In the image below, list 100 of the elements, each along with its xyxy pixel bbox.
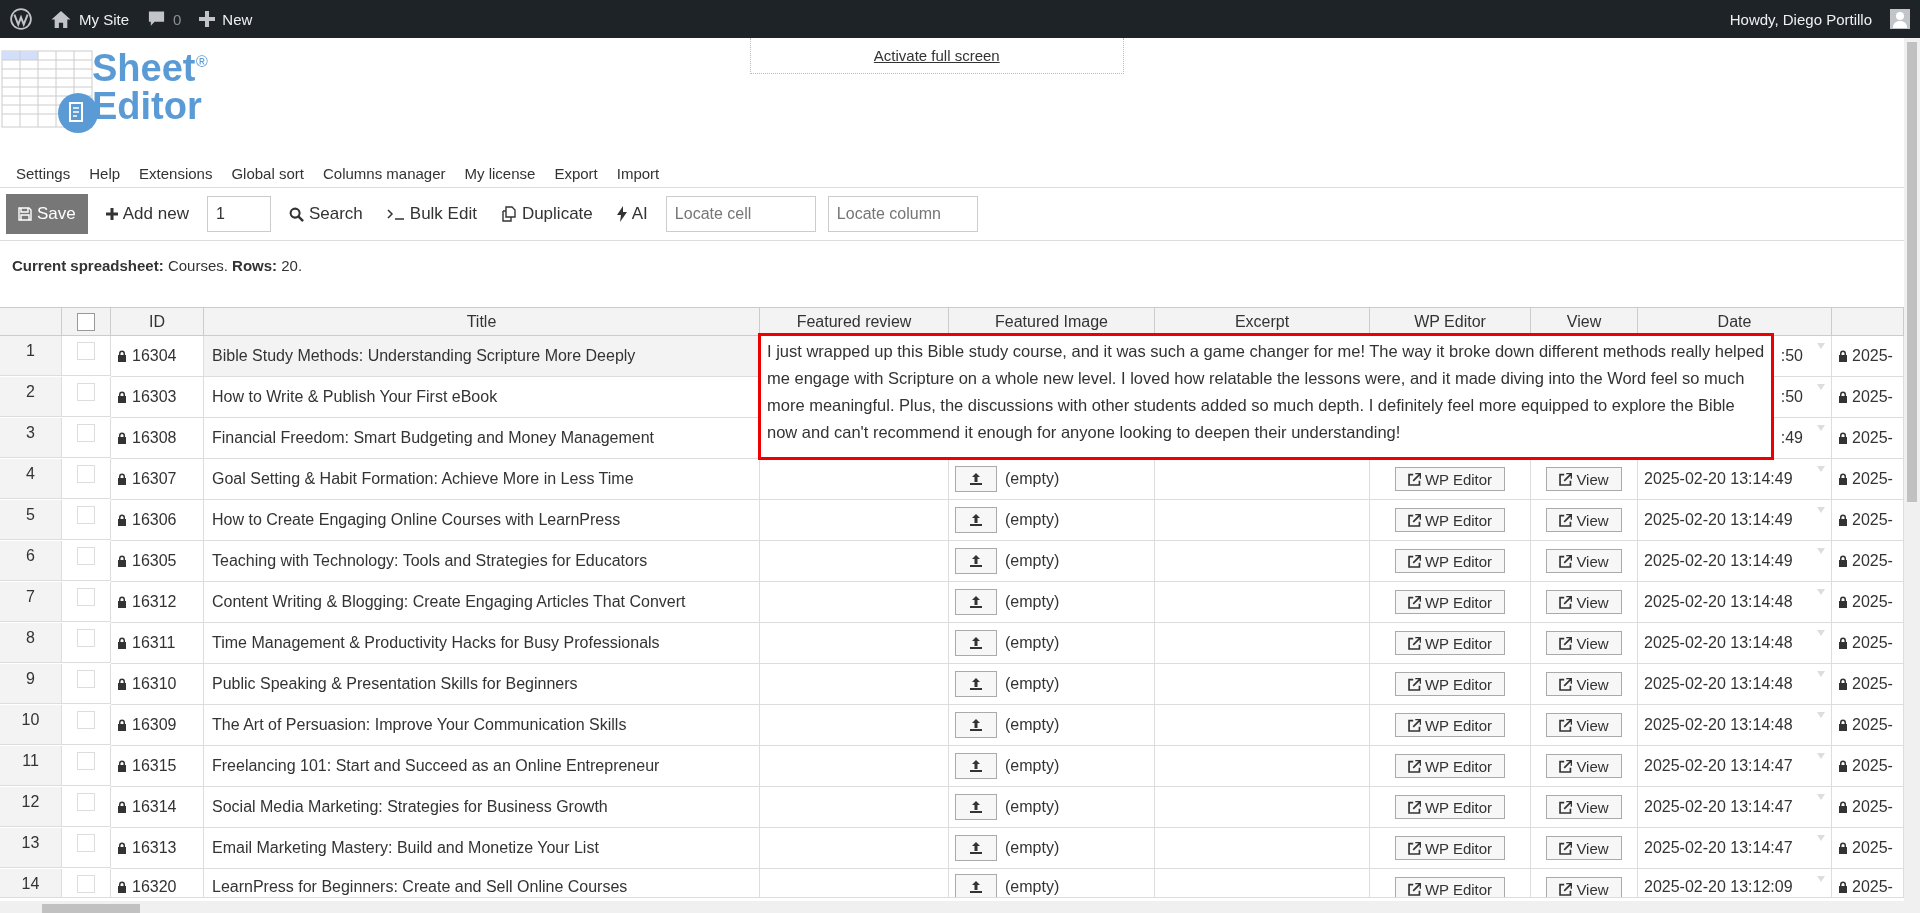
column-header[interactable]: View xyxy=(1531,308,1638,336)
dropdown-triangle-icon[interactable] xyxy=(1817,630,1825,636)
dropdown-triangle-icon[interactable] xyxy=(1817,425,1825,431)
dropdown-triangle-icon[interactable] xyxy=(1817,466,1825,472)
view-button[interactable]: View xyxy=(1546,672,1622,696)
title-cell[interactable]: LearnPress for Beginners: Create and Sell Online Courses xyxy=(204,869,760,898)
wp-editor-button[interactable]: WP Editor xyxy=(1394,713,1506,737)
dropdown-triangle-icon[interactable] xyxy=(1817,589,1825,595)
upload-button[interactable] xyxy=(955,507,997,533)
cell-editor-tooltip[interactable]: I just wrapped up this Bible study course, and it was such a game changer for me! The way it broke down different methods really helped me engage with Scripture on a whole new level. I loved how relatable the lessons were, and it made diving into the Word feel so much more meaningful. Plus, the discussions with other students added so much depth. I definitely feel more equipped to explore the Bible now and can't recommend it enough for anyone looking to deepen their understanding! xyxy=(758,333,1774,460)
title-cell[interactable]: Time Management & Productivity Hacks for Busy Professionals xyxy=(204,623,760,664)
row-checkbox[interactable] xyxy=(77,711,95,729)
title-cell[interactable]: The Art of Persuasion: Improve Your Communication Skills xyxy=(204,705,760,746)
menu-item[interactable]: Import xyxy=(616,165,660,182)
row-checkbox[interactable] xyxy=(77,588,95,606)
menu-item[interactable]: Settings xyxy=(16,165,71,182)
upload-button[interactable] xyxy=(955,466,997,492)
row-number[interactable]: 8 xyxy=(0,623,62,663)
menu-item[interactable]: Global sort xyxy=(231,165,304,182)
table-cell[interactable] xyxy=(760,828,949,869)
upload-button[interactable] xyxy=(955,548,997,574)
search-button[interactable]: Search xyxy=(282,204,369,224)
row-number[interactable]: 5 xyxy=(0,500,62,540)
table-cell[interactable] xyxy=(1155,787,1370,828)
row-number[interactable]: 12 xyxy=(0,787,62,827)
row-number[interactable]: 7 xyxy=(0,582,62,622)
view-button[interactable]: View xyxy=(1546,754,1622,778)
table-cell[interactable] xyxy=(760,582,949,623)
table-cell[interactable] xyxy=(1155,828,1370,869)
dropdown-triangle-icon[interactable] xyxy=(1817,507,1825,513)
row-checkbox[interactable] xyxy=(77,383,95,401)
wp-editor-button[interactable]: WP Editor xyxy=(1394,795,1506,819)
view-button[interactable]: View xyxy=(1546,836,1622,860)
wordpress-logo-icon[interactable] xyxy=(10,8,32,30)
view-button[interactable]: View xyxy=(1546,631,1622,655)
row-number[interactable]: 6 xyxy=(0,541,62,581)
wp-editor-button[interactable]: WP Editor xyxy=(1394,754,1506,778)
table-cell[interactable] xyxy=(1155,705,1370,746)
upload-button[interactable] xyxy=(955,794,997,820)
column-header[interactable]: Featured Image xyxy=(949,308,1155,336)
locate-cell-field[interactable]: Locate cell xyxy=(665,196,816,232)
select-all-checkbox[interactable] xyxy=(77,312,95,331)
table-cell[interactable] xyxy=(760,623,949,664)
site-link[interactable]: My Site xyxy=(79,10,129,28)
upload-button[interactable] xyxy=(955,589,997,615)
row-checkbox[interactable] xyxy=(77,670,95,688)
new-link[interactable]: New xyxy=(222,10,253,28)
view-button[interactable]: View xyxy=(1546,877,1622,897)
view-button[interactable]: View xyxy=(1546,508,1622,532)
save-button[interactable]: Save xyxy=(6,194,88,234)
vertical-scrollbar[interactable] xyxy=(1904,38,1920,913)
count-input[interactable]: 1 xyxy=(206,196,271,232)
horizontal-scrollbar[interactable] xyxy=(0,901,1904,913)
locate-column-field[interactable]: Locate column xyxy=(827,196,978,232)
column-header[interactable] xyxy=(1832,308,1904,336)
column-header[interactable]: Title xyxy=(204,308,760,336)
row-number[interactable]: 9 xyxy=(0,664,62,704)
dropdown-triangle-icon[interactable] xyxy=(1817,753,1825,759)
title-cell[interactable]: Bible Study Methods: Understanding Scripture More Deeply xyxy=(204,336,760,377)
view-button[interactable]: View xyxy=(1546,467,1622,491)
table-cell[interactable] xyxy=(760,500,949,541)
dropdown-triangle-icon[interactable] xyxy=(1817,671,1825,677)
wp-editor-button[interactable]: WP Editor xyxy=(1394,672,1506,696)
wp-editor-button[interactable]: WP Editor xyxy=(1394,836,1506,860)
row-checkbox[interactable] xyxy=(77,465,95,483)
dropdown-triangle-icon[interactable] xyxy=(1817,343,1825,349)
row-checkbox[interactable] xyxy=(77,793,95,811)
table-cell[interactable] xyxy=(1155,869,1370,898)
table-cell[interactable] xyxy=(760,541,949,582)
wp-editor-button[interactable]: WP Editor xyxy=(1394,508,1506,532)
comment-count[interactable]: 0 xyxy=(173,10,182,28)
row-number[interactable]: 11 xyxy=(0,746,62,786)
view-button[interactable]: View xyxy=(1546,795,1622,819)
title-cell[interactable]: Content Writing & Blogging: Create Engaging Articles That Convert xyxy=(204,582,760,623)
table-cell[interactable] xyxy=(1155,623,1370,664)
menu-item[interactable]: Help xyxy=(89,165,121,182)
row-checkbox[interactable] xyxy=(77,342,95,360)
menu-item[interactable]: Extensions xyxy=(139,165,213,182)
row-number[interactable]: 3 xyxy=(0,418,62,458)
table-cell[interactable] xyxy=(760,705,949,746)
table-cell[interactable] xyxy=(760,787,949,828)
dropdown-triangle-icon[interactable] xyxy=(1817,876,1825,882)
upload-button[interactable] xyxy=(955,835,997,861)
title-cell[interactable]: Freelancing 101: Start and Succeed as an Online Entrepreneur xyxy=(204,746,760,787)
row-checkbox[interactable] xyxy=(77,834,95,852)
dropdown-triangle-icon[interactable] xyxy=(1817,548,1825,554)
table-cell[interactable] xyxy=(1155,582,1370,623)
ai-button[interactable]: AI xyxy=(610,204,654,224)
view-button[interactable]: View xyxy=(1546,590,1622,614)
table-cell[interactable] xyxy=(760,746,949,787)
add-new-button[interactable]: Add new xyxy=(99,204,195,224)
row-checkbox[interactable] xyxy=(77,424,95,442)
column-header[interactable]: Excerpt xyxy=(1155,308,1370,336)
row-checkbox[interactable] xyxy=(77,506,95,524)
wp-editor-button[interactable]: WP Editor xyxy=(1394,590,1506,614)
row-checkbox[interactable] xyxy=(77,547,95,565)
wp-editor-button[interactable]: WP Editor xyxy=(1394,631,1506,655)
title-cell[interactable]: Public Speaking & Presentation Skills for Beginners xyxy=(204,664,760,705)
title-cell[interactable]: Teaching with Technology: Tools and Strategies for Educators xyxy=(204,541,760,582)
row-number[interactable]: 4 xyxy=(0,459,62,499)
